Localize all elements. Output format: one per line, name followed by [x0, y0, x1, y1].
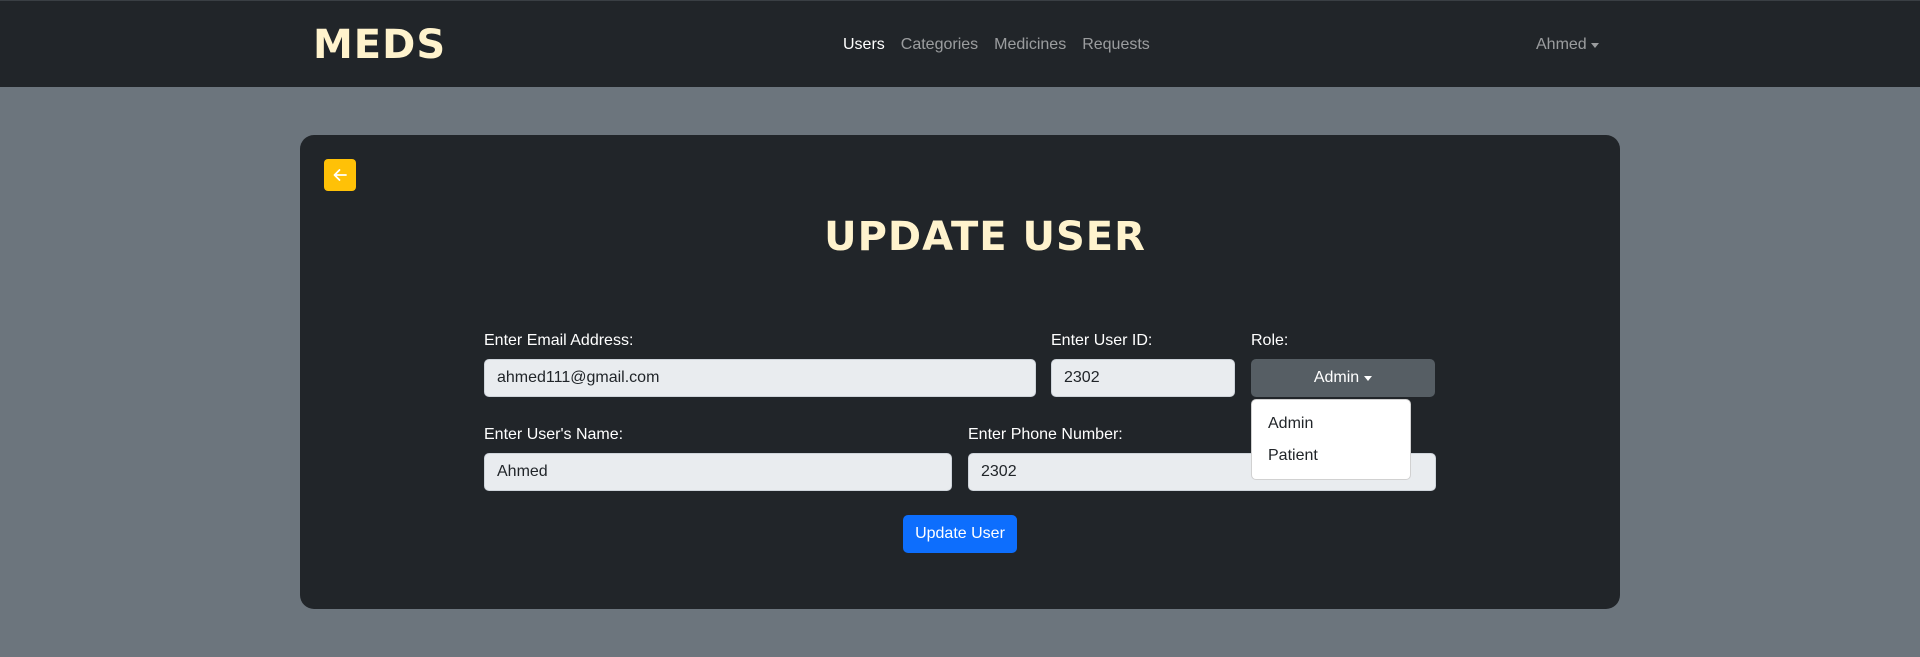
nav-links: Users Categories Medicines Requests: [843, 35, 1150, 55]
name-label: Enter User's Name:: [484, 426, 624, 443]
name-field[interactable]: [484, 453, 952, 491]
role-option-patient[interactable]: Patient: [1252, 440, 1410, 472]
user-id-label: Enter User ID:: [1051, 332, 1153, 349]
caret-down-icon: [1364, 376, 1373, 381]
role-option-admin[interactable]: Admin: [1252, 408, 1410, 440]
role-selected-value: Admin: [1313, 369, 1360, 386]
update-user-button[interactable]: Update User: [903, 515, 1017, 553]
page-title: UPDATE USER: [824, 214, 1146, 260]
arrow-left-icon: [333, 169, 347, 181]
user-menu-dropdown[interactable]: Ahmed: [1536, 35, 1599, 55]
email-field[interactable]: [484, 359, 1036, 397]
role-dropdown-button[interactable]: Admin: [1251, 359, 1435, 397]
back-button[interactable]: [324, 159, 356, 191]
update-user-card: UPDATE USER Enter Email Address: Enter U…: [300, 135, 1620, 609]
nav-link-users[interactable]: Users: [843, 35, 885, 55]
user-menu-label: Ahmed: [1536, 36, 1587, 53]
user-id-field[interactable]: [1051, 359, 1235, 397]
role-dropdown-menu: Admin Patient: [1251, 399, 1411, 480]
nav-link-medicines[interactable]: Medicines: [994, 35, 1066, 55]
role-label: Role:: [1251, 332, 1289, 349]
navbar: MEDS Users Categories Medicines Requests…: [0, 0, 1920, 87]
brand-logo[interactable]: MEDS: [313, 21, 446, 69]
nav-link-categories[interactable]: Categories: [901, 35, 978, 55]
phone-label: Enter Phone Number:: [968, 426, 1123, 443]
nav-link-requests[interactable]: Requests: [1082, 35, 1150, 55]
caret-down-icon: [1590, 43, 1599, 48]
email-label: Enter Email Address:: [484, 332, 634, 349]
